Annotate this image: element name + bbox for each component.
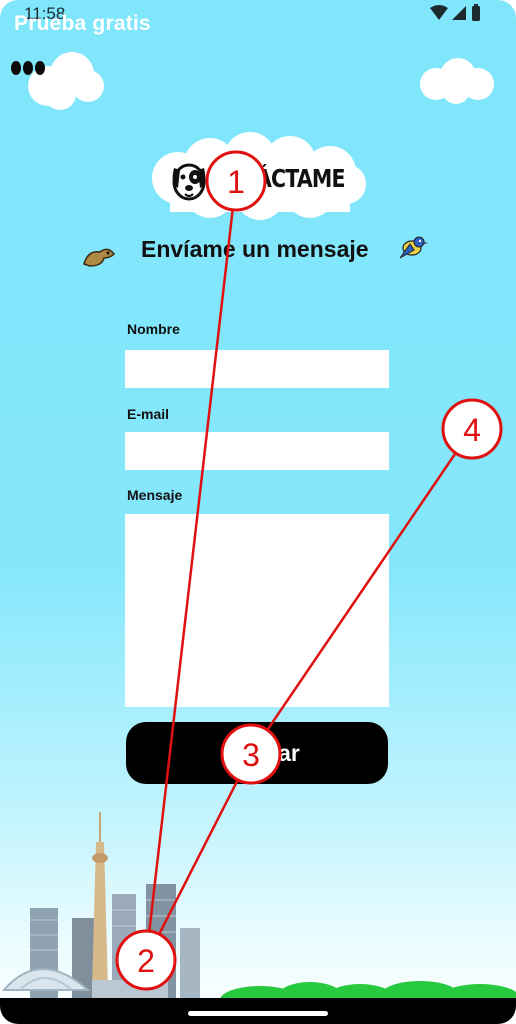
cloud-decoration-right [420, 58, 494, 104]
battery-icon [472, 6, 480, 21]
home-gesture-handle[interactable] [188, 1011, 328, 1016]
cloud-decoration-left [28, 52, 104, 110]
promo-label[interactable]: Prueba gratis [14, 12, 151, 36]
system-icons [430, 4, 480, 21]
name-field[interactable] [125, 350, 389, 388]
app-screen: 11:58 Prueba gratis ÁCTAME Envíame un me… [0, 0, 516, 1024]
email-field[interactable] [125, 432, 389, 470]
signal-icon [452, 6, 466, 20]
wifi-icon [430, 5, 448, 20]
annotation-marker-4: 4 [441, 398, 503, 460]
bird-icon [399, 236, 428, 259]
annotation-label-4: 4 [463, 412, 481, 448]
send-button[interactable]: ar [126, 722, 388, 784]
email-label: E-mail [127, 406, 170, 422]
send-button-label: ar [278, 739, 300, 766]
message-field[interactable] [125, 514, 389, 707]
message-label: Mensaje [127, 487, 183, 503]
squirrel-icon [83, 248, 115, 267]
name-label: Nombre [127, 321, 180, 337]
more-dots-icon[interactable] [11, 61, 51, 77]
logo-text: ÁCTAME [256, 164, 345, 193]
city-skyline-illustration [1, 812, 516, 1000]
page-title: Envíame un mensaje [141, 236, 369, 262]
dog-face-icon [172, 163, 206, 201]
